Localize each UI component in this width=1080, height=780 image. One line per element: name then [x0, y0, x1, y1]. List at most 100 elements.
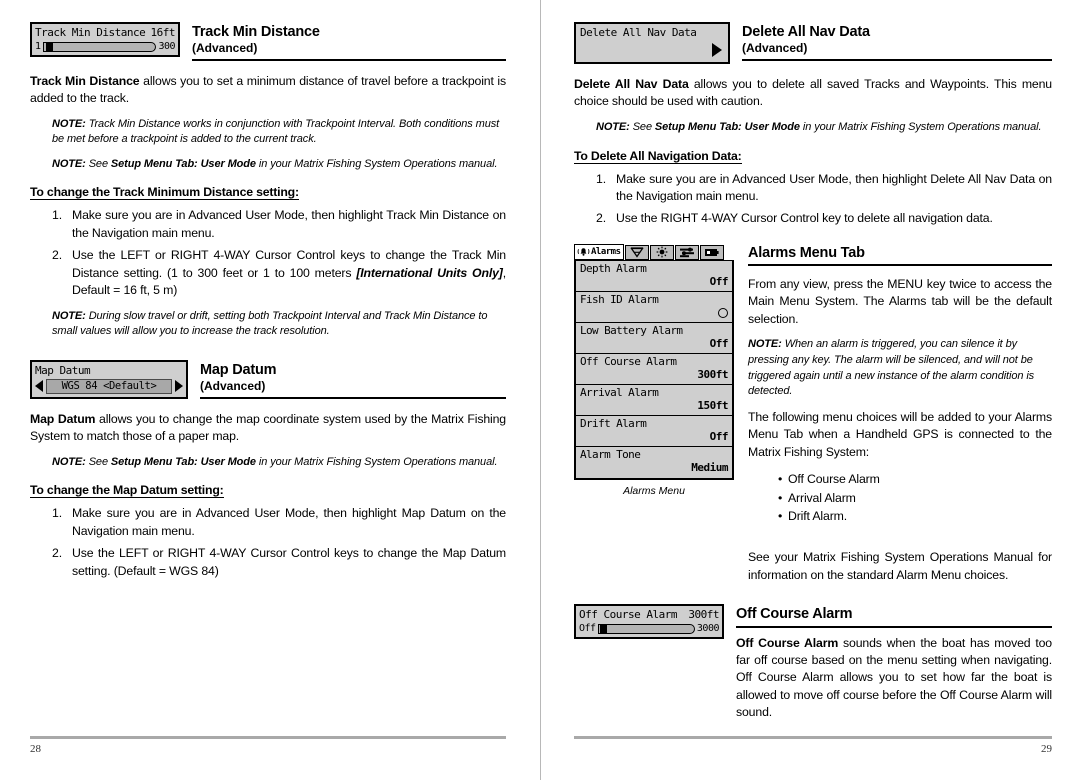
- step-item: Make sure you are in Advanced User Mode,…: [52, 207, 506, 240]
- menu-item-label: Fish ID Alarm: [580, 292, 659, 306]
- arrow-right-icon[interactable]: [175, 380, 183, 393]
- howto-heading-map-datum: To change the Map Datum setting:: [30, 483, 224, 499]
- note-text: During slow travel or drift, setting bot…: [52, 309, 488, 338]
- lcd-slider-row[interactable]: 1 300: [35, 41, 175, 52]
- menu-tab-bar: Alarms: [574, 243, 734, 260]
- intro-paragraph: Off Course Alarm sounds when the boat ha…: [736, 635, 1052, 722]
- note-text-b: in your Matrix Fishing System Operations…: [255, 157, 498, 170]
- steps-map-datum: Make sure you are in Advanced User Mode,…: [30, 505, 506, 580]
- menu-item-drift-alarm[interactable]: Drift Alarm Off: [576, 416, 732, 447]
- intro-bold: Track Min Distance: [30, 73, 140, 88]
- arrow-right-icon[interactable]: [712, 43, 722, 57]
- menu-item-depth-alarm[interactable]: Depth Alarm Off: [576, 261, 732, 292]
- tab-alarms-label: Alarms: [591, 246, 621, 257]
- step-item: Make sure you are in Advanced User Mode,…: [596, 171, 1052, 203]
- slider-max-label: 300: [158, 41, 175, 52]
- menu-item-value: Medium: [691, 460, 728, 474]
- note-text-b: in your Matrix Fishing System Operations…: [255, 455, 498, 468]
- steps-delete-nav-data: Make sure you are in Advanced User Mode,…: [574, 171, 1052, 229]
- menu-item-value: Off: [709, 336, 729, 350]
- list-item: Off Course Alarm: [778, 470, 1052, 489]
- lcd-label: Map Datum: [35, 363, 91, 377]
- menu-item-value: Off: [709, 429, 729, 443]
- section-track-min-distance: Track Min Distance 16ft 1 300 Track Min …: [30, 22, 506, 340]
- wrench-setup-icon: [679, 247, 694, 258]
- note-slow-travel: NOTE: During slow travel or drift, setti…: [52, 309, 506, 340]
- slider-track[interactable]: [597, 623, 695, 634]
- lcd-value: WGS 84 <Default>: [46, 378, 172, 394]
- menu-item-value: 150ft: [697, 398, 728, 412]
- manual-spread: Track Min Distance 16ft 1 300 Track Min …: [0, 0, 1080, 780]
- alarms-menu-list: Depth Alarm Off Fish ID Alarm Low Batter…: [574, 259, 734, 480]
- step-item: Use the LEFT or RIGHT 4-WAY Cursor Contr…: [52, 247, 506, 299]
- note-text: Track Min Distance works in conjunction …: [52, 117, 500, 146]
- howto-heading-track-min-distance: To change the Track Minimum Distance set…: [30, 185, 299, 201]
- note-label: NOTE:: [52, 455, 86, 468]
- note-alarm-silence: NOTE: When an alarm is triggered, you ca…: [748, 337, 1052, 399]
- note-text-bold: Setup Menu Tab: User Mode: [654, 120, 800, 133]
- alarms-text-column: Alarms Menu Tab From any view, press the…: [748, 244, 1052, 585]
- battery-views-icon: [705, 248, 719, 256]
- menu-item-off-course-alarm[interactable]: Off Course Alarm 300ft: [576, 354, 732, 385]
- menu-item-label: Drift Alarm: [580, 416, 647, 430]
- section-delete-all-nav-data: Delete All Nav Data Delete All Nav Data …: [574, 22, 1052, 228]
- page-title: Delete All Nav Data: [742, 24, 870, 40]
- intro-bold: Map Datum: [30, 411, 96, 426]
- lcd-map-datum: Map Datum WGS 84 <Default>: [30, 359, 188, 399]
- howto-heading-delete-nav-data: To Delete All Navigation Data:: [574, 148, 742, 164]
- bell-icon: [577, 248, 590, 256]
- slider-knob[interactable]: [45, 41, 53, 52]
- menu-item-alarm-tone[interactable]: Alarm Tone Medium: [576, 447, 732, 478]
- lcd-select-row[interactable]: WGS 84 <Default>: [35, 378, 183, 394]
- step-item: Use the RIGHT 4-WAY Cursor Control key t…: [596, 210, 993, 228]
- tab-display[interactable]: [649, 244, 674, 260]
- note-user-mode: NOTE: See Setup Menu Tab: User Mode in y…: [52, 455, 506, 471]
- alarms-menu-figure: Alarms Depth Alarm Off Fish ID Alarm Low…: [574, 243, 734, 497]
- note-trackpoint-interval: NOTE: Track Min Distance works in conjun…: [52, 117, 506, 148]
- note-label: NOTE:: [596, 120, 630, 133]
- sun-brightness-icon: [656, 246, 667, 258]
- note-text-bold: Setup Menu Tab: User Mode: [110, 157, 256, 170]
- lcd-label: Delete All Nav Data: [580, 26, 697, 39]
- slider-track[interactable]: [42, 41, 157, 52]
- menu-item-low-battery-alarm[interactable]: Low Battery Alarm Off: [576, 323, 732, 354]
- note-label: NOTE:: [52, 309, 86, 322]
- intro-paragraph: Delete All Nav Data allows you to delete…: [574, 76, 1052, 111]
- note-text-a: See: [85, 157, 111, 170]
- tab-alarms[interactable]: Alarms: [574, 243, 624, 260]
- page-number: 28: [30, 743, 41, 755]
- note-text-b: in your Matrix Fishing System Operations…: [799, 120, 1042, 133]
- note-label: NOTE:: [52, 117, 86, 130]
- heading-block: Delete All Nav Data (Advanced): [742, 22, 1052, 61]
- page-title: Track Min Distance: [192, 24, 320, 40]
- sonar-cone-icon: [629, 247, 644, 258]
- heading-block: Off Course Alarm Off Course Alarm sounds…: [736, 604, 1052, 721]
- menu-item-arrival-alarm[interactable]: Arrival Alarm 150ft: [576, 385, 732, 416]
- list-item: Drift Alarm.: [778, 507, 1052, 526]
- lcd-slider-row[interactable]: Off 3000: [579, 623, 720, 635]
- tab-sonar[interactable]: [624, 244, 649, 260]
- section-map-datum: Map Datum WGS 84 <Default> Map Datum (Ad…: [30, 359, 506, 580]
- lcd-label: Track Min Distance: [35, 26, 146, 39]
- arrow-left-icon[interactable]: [35, 380, 43, 393]
- lcd-value: 16ft: [150, 26, 176, 39]
- slider-max-label: 3000: [696, 623, 720, 635]
- menu-item-label: Arrival Alarm: [580, 385, 659, 399]
- slider-knob[interactable]: [599, 623, 607, 634]
- left-page: Track Min Distance 16ft 1 300 Track Min …: [0, 0, 540, 780]
- alarms-paragraph-2: The following menu choices will be added…: [748, 409, 1052, 459]
- menu-item-fish-id-alarm[interactable]: Fish ID Alarm: [576, 292, 732, 323]
- intro-bold: Off Course Alarm: [736, 635, 839, 650]
- section-off-course-alarm: Off Course Alarm 300ft Off 3000 Off Cour…: [574, 604, 1052, 721]
- tab-setup[interactable]: [674, 244, 699, 260]
- menu-item-label: Depth Alarm: [580, 261, 647, 275]
- step-item: Make sure you are in Advanced User Mode,…: [52, 505, 506, 538]
- menu-item-label: Off Course Alarm: [580, 354, 677, 368]
- section-header: Delete All Nav Data Delete All Nav Data …: [574, 22, 1052, 64]
- left-page-footer: 28: [0, 736, 540, 766]
- intro-paragraph: Map Datum allows you to change the map c…: [30, 411, 506, 446]
- tab-views[interactable]: [699, 244, 724, 260]
- menu-item-label: Low Battery Alarm: [580, 323, 683, 337]
- section-alarms-menu-tab: Alarms Depth Alarm Off Fish ID Alarm Low…: [574, 243, 1052, 585]
- note-user-mode: NOTE: See Setup Menu Tab: User Mode in y…: [52, 157, 506, 173]
